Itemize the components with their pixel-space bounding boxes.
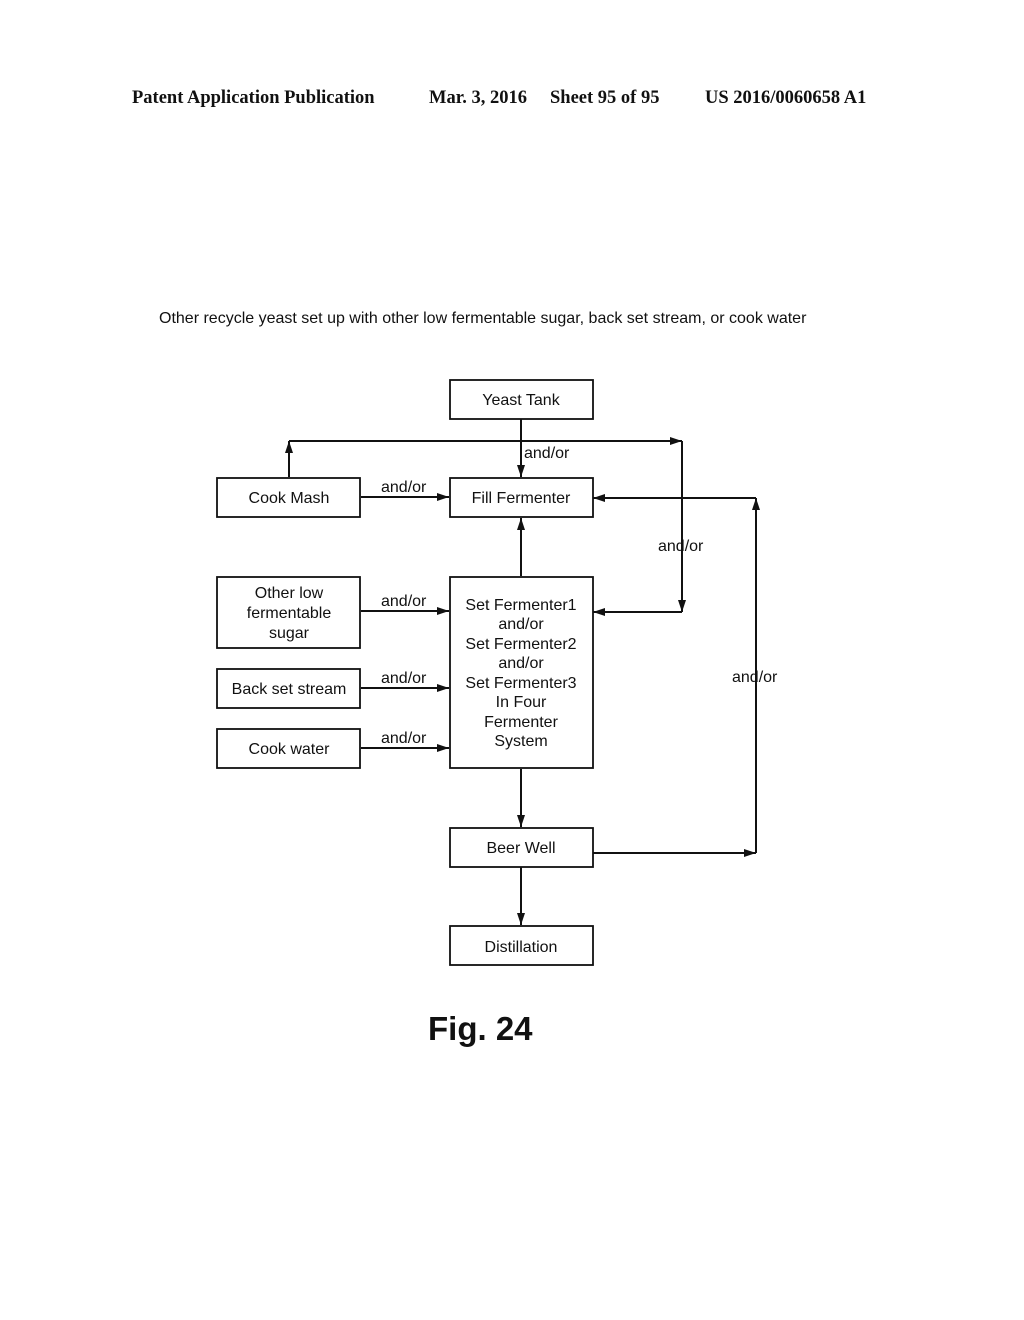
node-beer-well-label: Beer Well (486, 840, 555, 857)
node-set-fermenter-line: Fermenter (484, 714, 558, 731)
edge-label-sugar-to-set: and/or (381, 593, 427, 610)
node-other-sugar-line: fermentable (247, 605, 332, 622)
node-set-fermenter-line: Set Fermenter3 (465, 675, 576, 692)
node-set-fermenter-line: System (494, 733, 547, 750)
node-distillation: Distillation (449, 925, 594, 966)
node-fill-fermenter: Fill Fermenter (449, 477, 594, 518)
edge-label-backset-to-set: and/or (381, 670, 427, 687)
edge-label-yeast-to-fill: and/or (524, 445, 570, 462)
node-set-fermenter-line: and/or (498, 655, 544, 672)
flow-diagram: Yeast Tank Cook Mash Fill Fermenter Othe… (216, 379, 778, 966)
node-other-sugar-line: sugar (269, 625, 310, 642)
node-back-set-stream: Back set stream (216, 668, 361, 709)
node-set-fermenter-line: and/or (498, 616, 544, 633)
node-set-fermenter: Set Fermenter1 and/or Set Fermenter2 and… (449, 576, 594, 769)
node-set-fermenter-line: Set Fermenter2 (465, 636, 576, 653)
node-other-sugar: Other low fermentable sugar (216, 576, 361, 649)
node-cook-water-label: Cook water (249, 741, 331, 758)
node-yeast-tank-label: Yeast Tank (482, 392, 560, 409)
node-other-sugar-line: Other low (255, 585, 324, 602)
node-back-set-stream-label: Back set stream (232, 681, 347, 698)
node-yeast-tank: Yeast Tank (449, 379, 594, 420)
edge-label-cookwater-to-set: and/or (381, 730, 427, 747)
node-set-fermenter-line: In Four (496, 694, 547, 711)
edge-label-beerwell-loop: and/or (732, 669, 778, 686)
node-cook-water: Cook water (216, 728, 361, 769)
node-set-fermenter-line: Set Fermenter1 (465, 597, 576, 614)
node-beer-well: Beer Well (449, 827, 594, 868)
edge-label-cookmash-to-fill: and/or (381, 479, 427, 496)
edge-label-recycle-right: and/or (658, 538, 704, 555)
node-fill-fermenter-label: Fill Fermenter (472, 490, 571, 507)
node-cook-mash: Cook Mash (216, 477, 361, 518)
figure-label: Fig. 24 (428, 1010, 533, 1047)
node-cook-mash-label: Cook Mash (249, 490, 330, 507)
node-distillation-label: Distillation (485, 939, 558, 956)
